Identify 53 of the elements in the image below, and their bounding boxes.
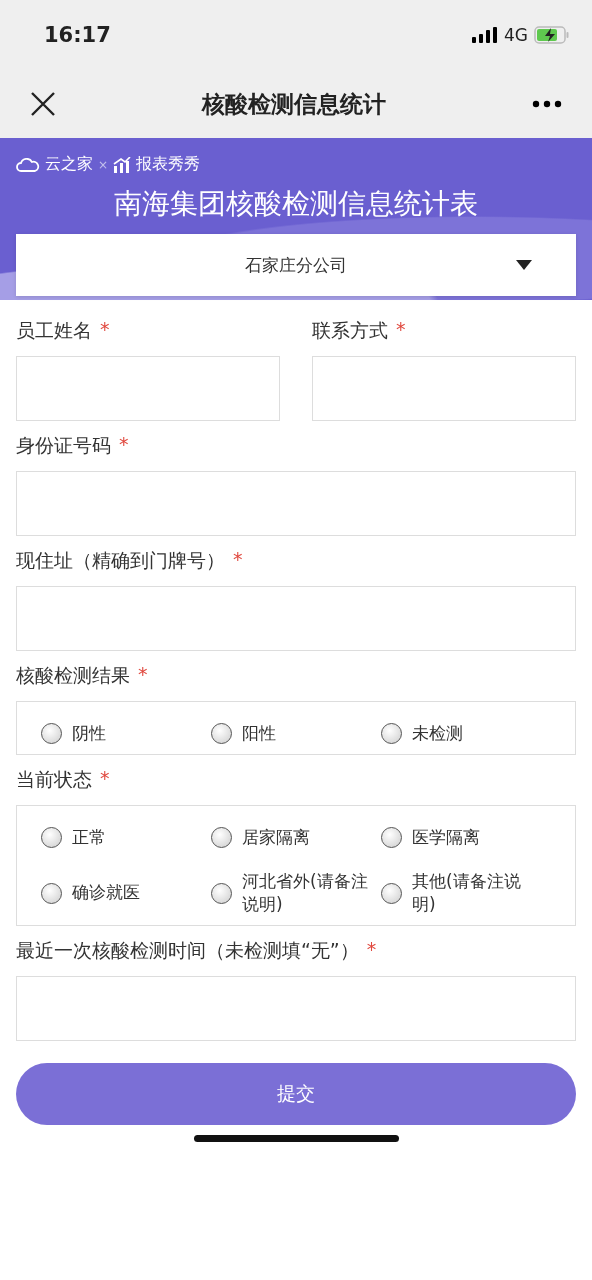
radio-button[interactable] [211,827,232,849]
field-label: 最近一次核酸检测时间（未检测填“无”） [16,938,359,964]
option-label[interactable]: 确诊就医 [72,881,140,906]
radio-button[interactable] [381,723,402,745]
partner-name: 报表秀秀 [136,154,201,175]
option-label[interactable]: 居家隔离 [242,825,310,850]
input-field[interactable] [16,356,280,421]
field-label: 联系方式 [312,318,388,343]
option-label[interactable]: 未检测 [412,722,463,746]
required-mark: * [100,766,110,789]
field-label: 现住址（精确到门牌号） [16,548,225,573]
option-label[interactable]: 阴性 [72,722,106,746]
more-icon[interactable] [532,100,562,108]
input-field[interactable] [16,586,576,651]
input-field[interactable] [16,471,576,536]
separator-mark: × [98,157,109,172]
option-label[interactable]: 正常 [72,825,106,850]
signal-icon [472,27,498,43]
input-field[interactable] [16,976,576,1042]
field-label: 当前状态 [16,766,92,792]
option-label[interactable]: 医学隔离 [412,825,480,850]
network-label: 4G [504,25,528,45]
submit-button[interactable]: 提交 [16,1063,576,1126]
radio-button[interactable] [41,882,62,904]
required-mark: * [233,548,243,570]
close-icon[interactable] [30,91,56,117]
required-mark: * [396,318,406,340]
required-mark: * [119,433,129,455]
field-label: 核酸检测结果 [16,663,130,688]
field-label: 身份证号码 [16,433,111,458]
caret-icon [516,260,532,270]
page-title: 核酸检测信息统计 [202,89,386,119]
radio-button[interactable] [381,882,402,904]
brand-name: 云之家 [45,154,93,175]
radio-button[interactable] [211,723,232,745]
field-label: 员工姓名 [16,318,92,343]
branch-dropdown[interactable]: 石家庄分公司 [16,234,576,296]
radio-button[interactable] [41,827,62,849]
radio-button[interactable] [211,882,232,904]
required-mark: * [138,663,148,685]
radio-button[interactable] [381,827,402,849]
option-label[interactable]: 阳性 [242,722,276,746]
option-label[interactable]: 河北省外(请备注说明) [242,869,370,918]
required-mark: * [366,938,377,961]
radio-button[interactable] [41,723,62,745]
battery-icon [534,26,570,44]
input-field[interactable] [312,356,576,421]
cloud-icon [16,157,40,172]
form-title: 南海集团核酸检测信息统计表 [113,186,479,222]
required-mark: * [100,318,110,340]
chart-icon [113,156,132,173]
option-label[interactable]: 其他(请备注说明) [412,869,540,918]
status-time: 16:17 [44,23,111,47]
